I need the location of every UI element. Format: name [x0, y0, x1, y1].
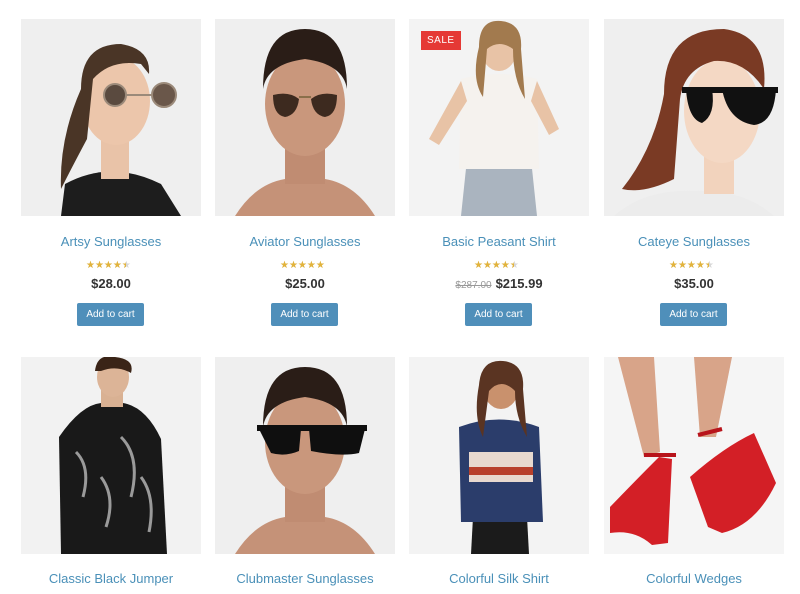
add-to-cart-button[interactable]: Add to cart: [271, 303, 338, 326]
product-image[interactable]: [604, 357, 784, 554]
star-rating: ★★★★★★★★★★: [280, 260, 325, 271]
add-to-cart-button[interactable]: Add to cart: [77, 303, 144, 326]
product-price: $287.00 $215.99: [455, 276, 543, 291]
product-price: $35.00: [674, 276, 714, 291]
product-title[interactable]: Colorful Wedges: [604, 571, 784, 586]
old-price: $287.00: [455, 280, 492, 291]
rating-fill: ★★★★★: [474, 260, 514, 271]
product-title[interactable]: Colorful Silk Shirt: [409, 571, 589, 586]
star-rating: ★★★★★★★★★★: [86, 260, 131, 271]
sale-badge: SALE: [421, 31, 461, 50]
product-image[interactable]: [604, 19, 784, 216]
product-title[interactable]: Classic Black Jumper: [21, 571, 201, 586]
rating-fill: ★★★★★: [86, 260, 126, 271]
product-title[interactable]: Cateye Sunglasses: [604, 234, 784, 249]
product-price: $25.00: [285, 276, 325, 291]
product-image[interactable]: [215, 357, 395, 554]
product-title[interactable]: Aviator Sunglasses: [215, 234, 395, 249]
product-image[interactable]: [21, 19, 201, 216]
rating-fill: ★★★★★: [280, 260, 325, 271]
rating-fill: ★★★★★: [669, 260, 709, 271]
product-image[interactable]: [21, 357, 201, 554]
product-image[interactable]: [215, 19, 395, 216]
product-title[interactable]: Basic Peasant Shirt: [409, 234, 589, 249]
add-to-cart-button[interactable]: Add to cart: [660, 303, 727, 326]
product-image[interactable]: SALE: [409, 19, 589, 216]
star-rating: ★★★★★★★★★★: [669, 260, 714, 271]
product-title[interactable]: Clubmaster Sunglasses: [215, 571, 395, 586]
product-price: $28.00: [91, 276, 131, 291]
add-to-cart-button[interactable]: Add to cart: [465, 303, 532, 326]
star-rating: ★★★★★★★★★★: [474, 260, 519, 271]
product-image[interactable]: [409, 357, 589, 554]
product-title[interactable]: Artsy Sunglasses: [21, 234, 201, 249]
